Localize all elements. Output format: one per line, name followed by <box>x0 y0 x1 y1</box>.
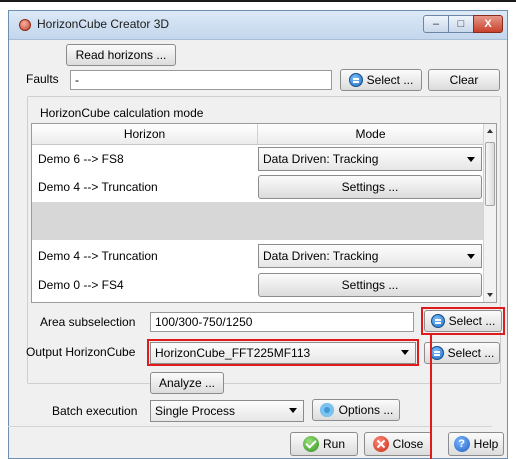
faults-select-label: Select ... <box>366 73 414 87</box>
batch-options-button[interactable]: Options ... <box>312 399 400 421</box>
faults-select-button[interactable]: Select ... <box>340 69 422 91</box>
calc-mode-title: HorizonCube calculation mode <box>40 106 204 120</box>
screen-top-edge <box>0 0 516 2</box>
row-horizon-name: Demo 6 --> FS8 <box>38 152 124 166</box>
title-bar[interactable]: HorizonCube Creator 3D – □ X <box>9 11 507 40</box>
column-header-horizon[interactable]: Horizon <box>32 124 258 144</box>
settings-button[interactable]: Settings ... <box>258 273 482 297</box>
batch-execution-value: Single Process <box>155 404 236 418</box>
table-header: Horizon Mode <box>32 124 484 145</box>
close-window-button[interactable]: X <box>473 15 503 33</box>
faults-clear-button[interactable]: Clear <box>428 69 500 91</box>
column-header-mode[interactable]: Mode <box>258 124 484 144</box>
batch-execution-label: Batch execution <box>52 404 138 418</box>
help-button[interactable]: ? Help <box>448 432 504 456</box>
help-icon: ? <box>453 436 470 452</box>
database-icon <box>348 73 363 87</box>
help-label: Help <box>473 437 499 451</box>
faults-clear-label: Clear <box>449 73 479 87</box>
table-row[interactable]: Demo 0 --> FS4 Settings ... <box>32 271 484 300</box>
mode-dropdown[interactable]: Data Driven: Tracking <box>258 147 482 171</box>
database-icon <box>430 314 445 328</box>
checkmark-icon <box>302 436 319 452</box>
table-row-empty <box>32 202 484 240</box>
scroll-down-icon[interactable] <box>487 293 493 297</box>
close-label: Close <box>392 437 424 451</box>
gear-icon <box>319 402 335 418</box>
app-icon <box>19 19 31 31</box>
read-horizons-label: Read horizons ... <box>75 48 167 62</box>
table-row[interactable]: Demo 4 --> Truncation Settings ... <box>32 173 484 202</box>
horizon-mode-table: Horizon Mode Demo 6 --> FS8 Data Driven:… <box>31 123 497 303</box>
table-scrollbar[interactable] <box>483 124 496 302</box>
faults-label: Faults <box>26 72 59 86</box>
mode-dropdown[interactable]: Data Driven: Tracking <box>258 244 482 268</box>
area-subselection-field[interactable]: 100/300-750/1250 <box>150 312 414 332</box>
output-select-button[interactable]: Select ... <box>424 342 500 364</box>
mode-dropdown-value: Data Driven: Tracking <box>263 152 379 166</box>
row-horizon-name: Demo 4 --> Truncation <box>38 249 158 263</box>
table-row[interactable]: Demo 4 --> Truncation Data Driven: Track… <box>32 242 484 271</box>
minimize-button[interactable]: – <box>423 15 449 33</box>
close-button[interactable]: Close <box>364 432 432 456</box>
area-subselection-label: Area subselection <box>40 315 136 329</box>
close-icon <box>372 436 389 452</box>
output-horizoncube-dropdown[interactable]: HorizonCube_FFT225MF113 <box>150 342 416 364</box>
chevron-down-icon <box>467 254 475 259</box>
chevron-down-icon <box>467 157 475 162</box>
footer-divider <box>8 426 492 427</box>
settings-button[interactable]: Settings ... <box>258 175 482 199</box>
faults-field[interactable]: - <box>70 70 332 90</box>
output-horizoncube-label: Output HorizonCube <box>26 345 136 359</box>
area-select-label: Select ... <box>448 314 496 328</box>
run-label: Run <box>322 437 345 451</box>
annotation-line <box>430 335 432 459</box>
scroll-thumb[interactable] <box>485 142 495 206</box>
row-horizon-name: Demo 0 --> FS4 <box>38 278 124 292</box>
chevron-down-icon <box>289 408 297 413</box>
row-horizon-name: Demo 4 --> Truncation <box>38 180 158 194</box>
run-button[interactable]: Run <box>290 432 358 456</box>
table-row[interactable]: Demo 6 --> FS8 Data Driven: Tracking <box>32 145 484 174</box>
analyze-button[interactable]: Analyze ... <box>150 372 224 394</box>
output-horizoncube-value: HorizonCube_FFT225MF113 <box>155 346 311 360</box>
batch-options-label: Options ... <box>338 403 394 417</box>
output-select-label: Select ... <box>447 346 495 360</box>
batch-execution-dropdown[interactable]: Single Process <box>150 400 304 422</box>
mode-dropdown-value: Data Driven: Tracking <box>263 249 379 263</box>
maximize-button[interactable]: □ <box>448 15 474 33</box>
analyze-label: Analyze ... <box>158 376 216 390</box>
chevron-down-icon <box>401 350 409 355</box>
scroll-up-icon[interactable] <box>487 129 493 133</box>
read-horizons-button[interactable]: Read horizons ... <box>66 44 176 66</box>
window-title: HorizonCube Creator 3D <box>37 17 170 31</box>
area-select-button[interactable]: Select ... <box>424 310 502 332</box>
